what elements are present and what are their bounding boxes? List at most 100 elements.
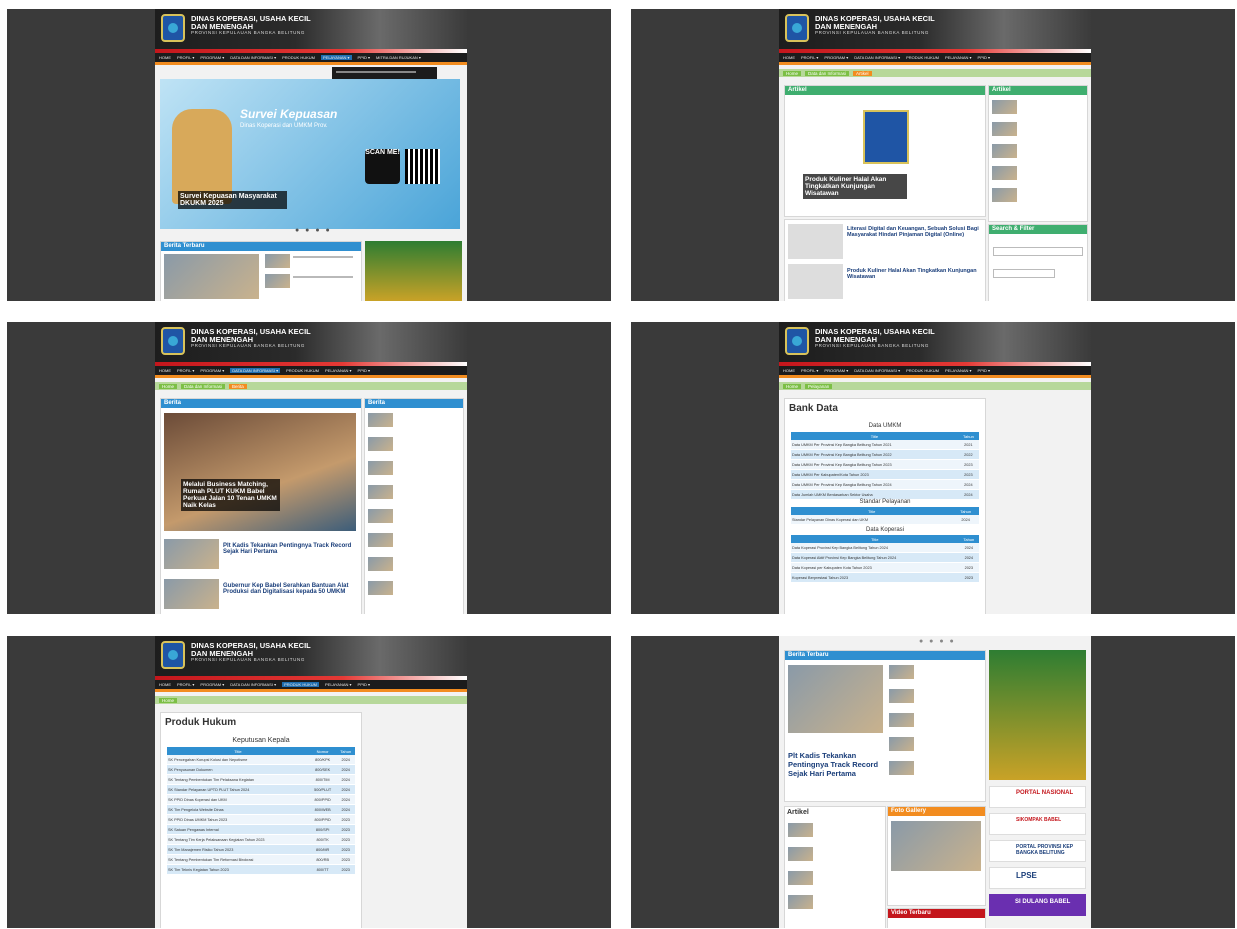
table-row[interactable]: Data UMKM Per Kabupaten/Kota Tahun 2023 2… [791,469,979,480]
banner-caption[interactable]: Survei Kepuasan Masyarakat DKUKM 2025 [178,191,287,209]
table-row[interactable]: Koperasi Berprestasi Tahun 2023 2023 [791,572,979,583]
sidebar-thumb[interactable] [368,581,393,595]
hero-banner[interactable]: Survei Kepuasan Dinas Koperasi dan UMKM … [160,79,460,229]
banner-portal-nasional[interactable]: PORTAL NASIONAL [989,786,1086,808]
sidebar-thumb[interactable] [368,437,393,451]
nav-produk-hukum[interactable]: PRODUK HUKUM [906,55,939,60]
table-row[interactable]: Data Koperasi per Kabupaten Kota Tahun 2… [791,562,979,573]
sidebar-thumb[interactable] [368,461,393,475]
nav-pelayanan[interactable]: PELAYANAN ▾ [325,368,352,373]
crumb-home[interactable]: Home [159,383,178,389]
search-input[interactable] [993,247,1083,256]
news-hero-caption[interactable]: Melalui Business Matching, Rumah PLUT KU… [181,479,280,511]
nav-home[interactable]: HOME [783,55,795,60]
table-row[interactable]: Data UMKM Per Provinsi Kep Bangka Belitu… [791,479,979,490]
filter-input[interactable] [993,269,1055,278]
banner-sikompak[interactable]: SIKOMPAK BABEL [989,813,1086,835]
table-row[interactable]: SK PPID Dinas UMKM Tahun 2023 800/PPID 202… [167,814,355,825]
table-row[interactable]: SK PPID Dinas Koperasi dan UKM 800/PPID 20… [167,794,355,805]
table-row[interactable]: Data Koperasi Aktif Provinsi Kep Bangka … [791,552,979,563]
sidebar-thumb[interactable] [368,485,393,499]
news-thumbnail[interactable] [889,737,914,751]
nav-program[interactable]: PROGRAM ▾ [200,682,224,687]
government-logo-icon[interactable] [785,327,809,355]
table-row[interactable]: SK Tim Manajemen Risiko Tahun 2023 800/MR… [167,844,355,855]
article-thumbnail[interactable] [788,895,813,909]
news-thumbnail[interactable] [889,665,914,679]
government-logo-icon[interactable] [161,14,185,42]
banner-lpse[interactable]: LPSE [989,867,1086,889]
government-logo-icon[interactable] [161,641,185,669]
banner-si-dulang[interactable]: SI DULANG BABEL [989,894,1086,916]
nav-ppid[interactable]: PPID ▾ [358,55,370,60]
crumb-home[interactable]: Home [783,70,802,76]
government-logo-icon[interactable] [161,327,185,355]
nav-home[interactable]: HOME [159,368,171,373]
news-thumbnail[interactable] [164,579,219,609]
table-row[interactable]: SK Tim Pengelola Website Dinas 800/WEB 202… [167,804,355,815]
nav-produk-hukum[interactable]: PRODUK HUKUM [286,368,319,373]
table-row[interactable]: SK Standar Pelayanan UPTD PLUT Tahun 202… [167,784,355,795]
promo-banner[interactable] [989,650,1086,780]
nav-program[interactable]: PROGRAM ▾ [200,55,224,60]
nav-profil[interactable]: PROFIL ▾ [801,368,818,373]
news-hero-image[interactable] [164,413,356,531]
news-thumbnail[interactable] [889,761,914,775]
nav-pelayanan[interactable]: PELAYANAN ▾ [325,682,352,687]
promo-banner[interactable] [365,241,462,301]
sidebar-thumb[interactable] [992,144,1017,158]
crumb-data[interactable]: Data dan Informasi [805,70,850,76]
news-thumbnail[interactable] [265,254,290,268]
table-row[interactable]: Data UMKM Per Provinsi Kep Bangka Belitu… [791,440,979,450]
carousel-dots[interactable]: ● ● ● ● [919,638,956,645]
nav-produk-hukum[interactable]: PRODUK HUKUM [282,55,315,60]
table-row[interactable]: SK Pencegahan Korupsi Kolusi dan Nepotis… [167,755,355,765]
banner-portal-provinsi[interactable]: PORTAL PROVINSI KEP BANGKA BELITUNG [989,840,1086,862]
table-row[interactable]: SK Tentang Tim Kerja Pelaksanaan Kegiata… [167,834,355,845]
nav-pelayanan[interactable]: PELAYANAN ▾ [945,55,972,60]
news-link[interactable]: Gubernur Kep Babel Serahkan Bantuan Alat… [223,583,355,595]
nav-ppid[interactable]: PPID ▾ [978,55,990,60]
news-thumbnail[interactable] [889,689,914,703]
article-thumbnail[interactable] [788,823,813,837]
article-link[interactable]: Literasi Digital dan Keuangan, Sebuah So… [847,226,979,238]
table-row[interactable]: SK Tentang Pembentukan Tim Reformasi Bir… [167,854,355,865]
nav-produk-hukum[interactable]: PRODUK HUKUM [906,368,939,373]
news-link[interactable]: Plt Kadis Tekankan Pentingnya Track Reco… [223,543,355,555]
nav-mitra[interactable]: MITRA DAN RUJUKAN ▾ [376,55,421,60]
article-thumbnail[interactable] [788,224,843,259]
nav-profil[interactable]: PROFIL ▾ [177,55,194,60]
nav-home[interactable]: HOME [783,368,795,373]
sidebar-thumb[interactable] [992,122,1017,136]
table-row[interactable]: SK Tim Teknis Kegiatan Tahun 2023 800/TT 2… [167,864,355,875]
article-link[interactable]: Produk Kuliner Halal Akan Tingkatkan Kun… [847,268,979,280]
table-row[interactable]: Standar Pelayanan Dinas Koperasi dan UKM… [791,515,979,525]
news-thumbnail[interactable] [889,713,914,727]
nav-data[interactable]: DATA DAN INFORMASI ▾ [854,55,900,60]
nav-program[interactable]: PROGRAM ▾ [824,55,848,60]
table-row[interactable]: Data UMKM Per Provinsi Kep Bangka Belitu… [791,449,979,460]
article-thumbnail[interactable] [788,871,813,885]
nav-home[interactable]: HOME [159,682,171,687]
nav-pelayanan[interactable]: PELAYANAN ▾ [945,368,972,373]
nav-data[interactable]: DATA DAN INFORMASI ▾ [854,368,900,373]
news-thumbnail[interactable] [164,539,219,569]
article-thumbnail[interactable] [788,847,813,861]
sidebar-thumb[interactable] [368,413,393,427]
nav-program[interactable]: PROGRAM ▾ [824,368,848,373]
gallery-photo[interactable] [891,821,981,871]
nav-profil[interactable]: PROFIL ▾ [177,368,194,373]
nav-ppid[interactable]: PPID ▾ [358,682,370,687]
nav-data[interactable]: DATA DAN INFORMASI ▾ [230,55,276,60]
sidebar-thumb[interactable] [368,557,393,571]
article-thumbnail[interactable] [788,264,843,299]
nav-profil[interactable]: PROFIL ▾ [801,55,818,60]
crumb-home[interactable]: Home [783,383,802,389]
table-row[interactable]: SK Satuan Pengawas Internal 800/SPI 2023 [167,824,355,835]
nav-home[interactable]: HOME [159,55,171,60]
nav-ppid[interactable]: PPID ▾ [358,368,370,373]
news-thumbnail[interactable] [788,665,883,733]
nav-data[interactable]: DATA DAN INFORMASI ▾ [230,682,276,687]
table-row[interactable]: SK Tentang Pembentukan Tim Pelaksana Keg… [167,774,355,785]
carousel-dots[interactable]: ● ● ● ● [295,227,332,234]
